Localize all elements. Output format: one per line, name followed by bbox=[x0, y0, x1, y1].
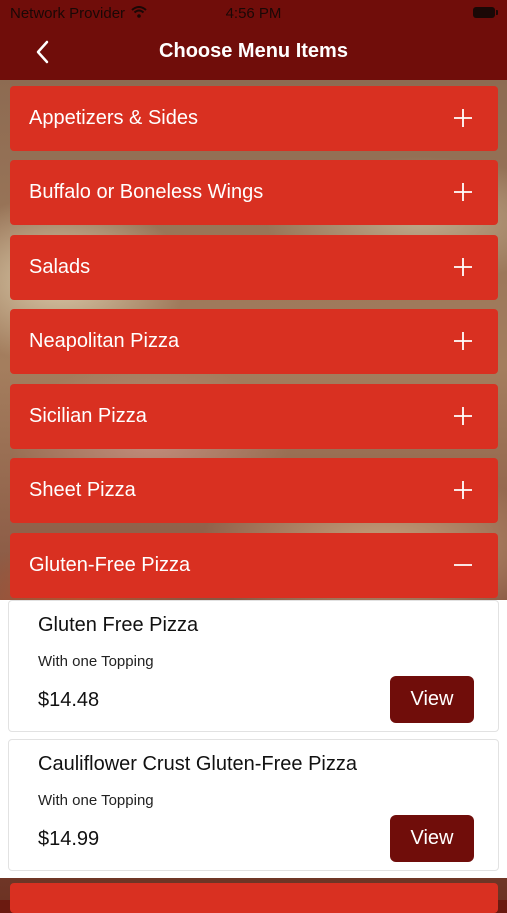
category-salads[interactable]: Salads bbox=[10, 235, 498, 300]
category-label: Gluten-Free Pizza bbox=[29, 554, 191, 576]
plus-icon bbox=[454, 258, 472, 276]
navigation-bar: Choose Menu Items bbox=[0, 28, 507, 80]
plus-icon bbox=[454, 481, 472, 499]
plus-icon bbox=[454, 407, 472, 425]
minus-icon bbox=[454, 556, 472, 574]
status-time: 4:56 PM bbox=[225, 5, 282, 22]
plus-icon bbox=[454, 183, 472, 201]
category-label: Appetizers & Sides bbox=[29, 107, 198, 129]
view-button[interactable]: View bbox=[390, 815, 474, 862]
category-next-partial[interactable] bbox=[10, 883, 498, 913]
item-name: Cauliflower Crust Gluten-Free Pizza bbox=[38, 753, 357, 775]
category-label: Salads bbox=[29, 256, 91, 278]
item-price: $14.48 bbox=[38, 689, 100, 711]
category-sheet-pizza[interactable]: Sheet Pizza bbox=[10, 458, 498, 523]
plus-icon bbox=[454, 332, 472, 350]
category-label: Sheet Pizza bbox=[29, 479, 136, 501]
category-label: Buffalo or Boneless Wings bbox=[29, 181, 264, 203]
category-label: Neapolitan Pizza bbox=[29, 330, 180, 352]
item-description: With one Topping bbox=[38, 653, 154, 670]
menu-item-card: Cauliflower Crust Gluten-Free Pizza With… bbox=[8, 739, 499, 871]
category-buffalo-wings[interactable]: Buffalo or Boneless Wings bbox=[10, 160, 498, 225]
category-label: Sicilian Pizza bbox=[29, 405, 147, 427]
page-title: Choose Menu Items bbox=[159, 40, 348, 62]
menu-item-card: Gluten Free Pizza With one Topping $14.4… bbox=[8, 600, 499, 732]
item-description: With one Topping bbox=[38, 792, 154, 809]
plus-icon bbox=[454, 109, 472, 127]
item-name: Gluten Free Pizza bbox=[38, 614, 199, 636]
item-price: $14.99 bbox=[38, 828, 100, 850]
view-button[interactable]: View bbox=[390, 676, 474, 723]
battery-icon bbox=[473, 7, 498, 18]
category-appetizers-sides[interactable]: Appetizers & Sides bbox=[10, 86, 498, 151]
category-sicilian-pizza[interactable]: Sicilian Pizza bbox=[10, 384, 498, 449]
status-bar: Network Provider 4:56 PM bbox=[0, 0, 507, 28]
category-gluten-free-pizza[interactable]: Gluten-Free Pizza bbox=[10, 533, 498, 598]
category-neapolitan-pizza[interactable]: Neapolitan Pizza bbox=[10, 309, 498, 374]
